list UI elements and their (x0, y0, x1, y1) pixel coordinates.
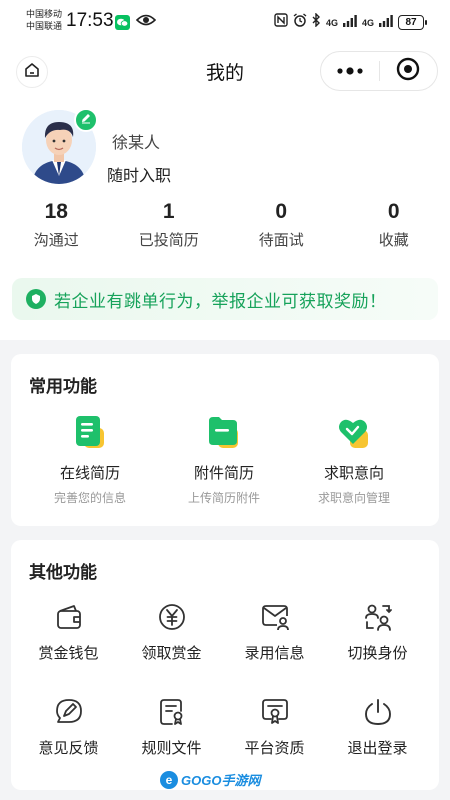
folder-icon (206, 414, 242, 450)
carrier-1: 中国移动 (26, 9, 63, 19)
item-title: 附件简历 (193, 465, 254, 482)
banner-text: 若企业有跳单行为，举报企业可获取奖励！ (54, 291, 387, 311)
signal-icon (342, 14, 357, 32)
signal-icon (379, 14, 393, 32)
yuan-icon (157, 602, 187, 632)
common-functions-title: 常用功能 (29, 377, 97, 396)
alarm-icon (293, 13, 307, 32)
network-type-2: 4G (361, 17, 374, 28)
report-banner[interactable]: 若企业有跳单行为，举报企业可获取奖励！ (12, 278, 438, 320)
stat-label: 待面试 (258, 232, 304, 249)
item-subtitle: 求职意向管理 (317, 491, 390, 505)
stat-applied[interactable]: 1 已投简历 (113, 200, 226, 250)
more-icon (337, 62, 363, 80)
feedback-icon (54, 697, 84, 727)
bounty-wallet-item[interactable]: 赏金钱包 (15, 602, 122, 663)
item-label: 赏金钱包 (38, 645, 99, 662)
target-icon (396, 57, 420, 86)
stat-contacted[interactable]: 18 沟通过 (0, 200, 113, 250)
heart-icon (336, 414, 372, 450)
close-mini-program-button[interactable] (380, 52, 438, 90)
status-bar: 中国移动 中国联通 17:53 4G 4G 87 (0, 0, 450, 44)
certificate-icon (260, 697, 290, 727)
stat-value: 0 (275, 200, 288, 223)
more-button[interactable] (321, 52, 379, 90)
avatar-container[interactable] (22, 108, 98, 184)
watermark-logo-icon: e (160, 770, 178, 789)
stat-value: 0 (387, 200, 400, 223)
wechat-icon (115, 15, 130, 30)
stat-interview[interactable]: 0 待面试 (225, 200, 338, 250)
bluetooth-icon (312, 12, 321, 32)
item-title: 在线简历 (59, 465, 120, 482)
rules-document-item[interactable]: 规则文件 (118, 697, 225, 758)
pencil-icon (80, 111, 92, 129)
watermark-text: GOGO手游网 (181, 773, 261, 788)
mini-program-capsule (320, 51, 438, 91)
profile-section: 徐某人 随时入职 18 沟通过 1 已投简历 0 待面试 0 收藏 若企业有跳单… (0, 98, 450, 340)
document-icon (157, 697, 187, 727)
switch-user-icon (363, 602, 393, 632)
wallet-icon (54, 602, 84, 632)
attachment-resume-item[interactable]: 附件简历 上传简历附件 (159, 414, 289, 506)
platform-qualification-item[interactable]: 平台资质 (221, 697, 328, 758)
item-label: 规则文件 (141, 740, 202, 757)
item-label: 意见反馈 (38, 740, 99, 757)
item-label: 录用信息 (244, 645, 305, 662)
network-type-1: 4G (325, 17, 338, 28)
hire-info-item[interactable]: 录用信息 (221, 602, 328, 663)
eye-icon (135, 13, 157, 32)
carrier-info: 中国移动 中国联通 (26, 8, 62, 32)
stat-value: 1 (162, 200, 175, 223)
job-intention-item[interactable]: 求职意向 求职意向管理 (289, 414, 419, 506)
clock: 17:53 (66, 10, 114, 31)
nfc-icon (274, 13, 288, 32)
stat-value: 18 (44, 200, 68, 223)
switch-identity-item[interactable]: 切换身份 (324, 602, 431, 663)
item-label: 退出登录 (347, 740, 408, 757)
other-functions-card: 其他功能 赏金钱包 领取赏金 录用信息 切换身份 意见反馈 规则文件 平台资质 … (11, 540, 439, 790)
mail-user-icon (260, 602, 290, 632)
item-title: 求职意向 (323, 465, 384, 482)
title-bar: 我的 (0, 44, 450, 98)
watermark: e GOGO手游网 (160, 770, 260, 789)
item-label: 领取赏金 (141, 645, 202, 662)
stats-row: 18 沟通过 1 已投简历 0 待面试 0 收藏 (0, 200, 450, 250)
carrier-2: 中国联通 (26, 21, 63, 31)
claim-bounty-item[interactable]: 领取赏金 (118, 602, 225, 663)
item-label: 平台资质 (244, 740, 305, 757)
online-resume-item[interactable]: 在线简历 完善您的信息 (25, 414, 155, 506)
edit-profile-button[interactable] (74, 108, 98, 132)
power-icon (363, 697, 393, 727)
resume-icon (72, 414, 108, 450)
battery-level: 87 (405, 17, 417, 28)
item-subtitle: 上传简历附件 (187, 491, 260, 505)
stat-label: 已投简历 (138, 232, 199, 249)
feedback-item[interactable]: 意见反馈 (15, 697, 122, 758)
stat-favorites[interactable]: 0 收藏 (338, 200, 450, 250)
shield-icon (26, 289, 46, 309)
item-subtitle: 完善您的信息 (53, 491, 126, 505)
common-functions-card: 常用功能 在线简历 完善您的信息 附件简历 上传简历附件 求职意向 求职意向管理 (11, 354, 439, 526)
logout-item[interactable]: 退出登录 (324, 697, 431, 758)
item-label: 切换身份 (347, 645, 408, 662)
job-status[interactable]: 随时入职 (107, 162, 171, 186)
user-name: 徐某人 (112, 135, 161, 152)
other-functions-title: 其他功能 (29, 563, 97, 582)
stat-label: 收藏 (378, 232, 409, 249)
battery-icon: 87 (398, 15, 427, 30)
stat-label: 沟通过 (33, 232, 79, 249)
